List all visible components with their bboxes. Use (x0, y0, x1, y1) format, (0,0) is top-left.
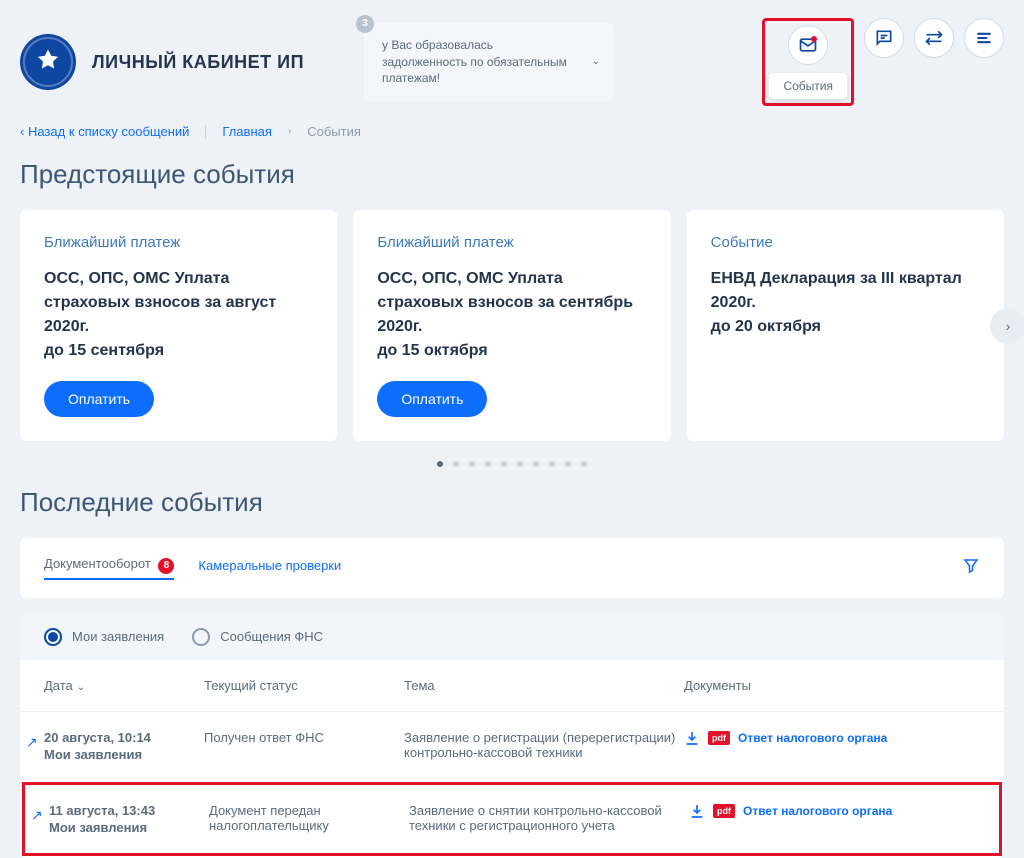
card-text: ОСС, ОПС, ОМС Уплата страховых взносов з… (377, 267, 646, 363)
pdf-badge: pdf (713, 804, 735, 818)
row-category: Мои заявления (49, 820, 209, 835)
download-icon (689, 803, 705, 819)
carousel-dot[interactable] (517, 461, 523, 467)
col-header-date[interactable]: Дата⌄ (44, 678, 204, 693)
event-card: Событие ЕНВД Декларация за III квартал 2… (687, 210, 1004, 441)
tabs-container: Документооборот 8 Камеральные проверки (20, 538, 1004, 598)
download-icon (684, 730, 700, 746)
row-date: 20 августа, 10:14 (44, 730, 204, 745)
row-date: 11 августа, 13:43 (49, 803, 209, 818)
upcoming-title: Предстоящие события (0, 159, 1024, 210)
cards-carousel: Ближайший платеж ОСС, ОПС, ОМС Уплата ст… (0, 210, 1024, 441)
row-arrow-icon: ↗ (26, 734, 38, 751)
radio-icon-checked (44, 628, 62, 646)
carousel-dot[interactable] (485, 461, 491, 467)
carousel-dot[interactable] (453, 461, 459, 467)
chat-icon (874, 28, 894, 48)
row-topic: Заявление о регистрации (перерегистрации… (404, 730, 684, 760)
card-tag: Событие (711, 234, 980, 251)
table-row-highlighted: ↗ 11 августа, 13:43 Мои заявления Докуме… (22, 782, 1002, 856)
header-icons: События (762, 18, 1004, 106)
menu-icon (974, 28, 994, 48)
table-header: Дата⌄ Текущий статус Тема Документы (20, 660, 1004, 711)
swap-icon-button[interactable] (914, 18, 954, 58)
col-header-docs[interactable]: Документы (684, 678, 980, 693)
chat-icon-button[interactable] (864, 18, 904, 58)
notification-box[interactable]: 3 у Вас образовалась задолженность по об… (364, 23, 614, 101)
carousel-dot[interactable] (581, 461, 587, 467)
carousel-dot[interactable] (501, 461, 507, 467)
card-text: ОСС, ОПС, ОМС Уплата страховых взносов з… (44, 267, 313, 363)
breadcrumb-home[interactable]: Главная (222, 124, 271, 139)
carousel-dot[interactable] (437, 461, 443, 467)
pdf-badge: pdf (708, 731, 730, 745)
logo (20, 34, 76, 90)
mail-icon-button[interactable] (788, 25, 828, 65)
document-link[interactable]: pdf Ответ налогового органа (684, 730, 980, 746)
card-text: ЕНВД Декларация за III квартал 2020г. до… (711, 267, 980, 339)
notification-badge: 3 (356, 15, 374, 33)
header: ЛИЧНЫЙ КАБИНЕТ ИП 3 у Вас образовалась з… (0, 0, 1024, 124)
col-header-status[interactable]: Текущий статус (204, 678, 404, 693)
carousel-dot[interactable] (549, 461, 555, 467)
row-status: Документ передан налогоплательщику (209, 803, 409, 833)
tab-docflow[interactable]: Документооборот 8 (44, 556, 174, 580)
radio-fns-msgs[interactable]: Сообщения ФНС (192, 628, 323, 646)
events-table: Мои заявления Сообщения ФНС Дата⌄ Текущи… (20, 614, 1004, 858)
carousel-dot[interactable] (533, 461, 539, 467)
table-row: ↗ 20 августа, 10:14 Мои заявления Получе… (20, 711, 1004, 780)
filter-icon-button[interactable] (962, 557, 980, 578)
card-tag: Ближайший платеж (377, 234, 646, 251)
tab-audits[interactable]: Камеральные проверки (198, 558, 341, 577)
card-tag: Ближайший платеж (44, 234, 313, 251)
filter-row: Мои заявления Сообщения ФНС (20, 614, 1004, 660)
chevron-down-icon: ⌄ (592, 55, 600, 69)
row-topic: Заявление о снятии контрольно-кассовой т… (409, 803, 689, 833)
breadcrumb-separator (205, 125, 206, 139)
chevron-right-icon: › (288, 126, 291, 137)
event-card: Ближайший платеж ОСС, ОПС, ОМС Уплата ст… (20, 210, 337, 441)
sort-icon: ⌄ (77, 682, 85, 693)
radio-my-apps[interactable]: Мои заявления (44, 628, 164, 646)
carousel-next-button[interactable]: › (990, 308, 1024, 344)
notification-text: у Вас образовалась задолженность по обяз… (382, 38, 567, 86)
event-card: Ближайший платеж ОСС, ОПС, ОМС Уплата ст… (353, 210, 670, 441)
breadcrumb-current: События (307, 124, 361, 139)
col-header-topic[interactable]: Тема (404, 678, 684, 693)
events-label: События (769, 73, 847, 99)
radio-icon (192, 628, 210, 646)
carousel-dot[interactable] (469, 461, 475, 467)
pay-button[interactable]: Оплатить (377, 381, 487, 417)
carousel-dot[interactable] (565, 461, 571, 467)
app-title: ЛИЧНЫЙ КАБИНЕТ ИП (92, 52, 304, 73)
recent-title: Последние события (0, 487, 1024, 538)
events-highlight: События (762, 18, 854, 106)
tab-badge: 8 (158, 558, 174, 574)
row-arrow-icon: ↗ (31, 807, 43, 824)
menu-icon-button[interactable] (964, 18, 1004, 58)
carousel-dots (0, 441, 1024, 487)
row-category: Мои заявления (44, 747, 204, 762)
breadcrumb-back[interactable]: ‹ Назад к списку сообщений (20, 124, 189, 139)
breadcrumb: ‹ Назад к списку сообщений Главная › Соб… (0, 124, 1024, 159)
pay-button[interactable]: Оплатить (44, 381, 154, 417)
filter-icon (962, 557, 980, 575)
document-link[interactable]: pdf Ответ налогового органа (689, 803, 975, 819)
swap-icon (924, 28, 944, 48)
row-status: Получен ответ ФНС (204, 730, 404, 745)
